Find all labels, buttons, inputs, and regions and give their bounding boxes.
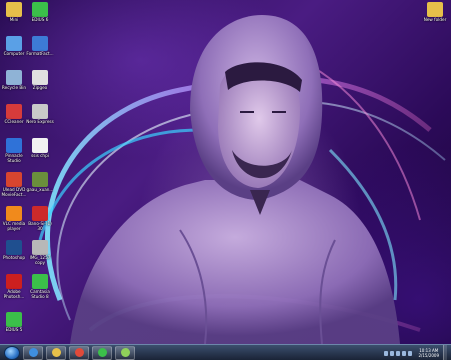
edius-icon (32, 2, 48, 17)
pinnacle-icon (6, 138, 22, 153)
desktop-icon-label: IMG_1257 copy (29, 255, 51, 265)
tray-icon[interactable] (390, 350, 395, 356)
volume-icon[interactable] (408, 350, 413, 356)
desktop-icon-label: EDIUS 5 (5, 327, 23, 332)
taskbar-button[interactable] (23, 345, 43, 360)
show-desktop-button[interactable] (443, 345, 447, 360)
network-icon[interactable] (402, 350, 407, 356)
taskbar-button[interactable] (69, 345, 89, 360)
format-factory-icon (32, 36, 48, 51)
desktop-icon[interactable]: Computer (0, 36, 28, 68)
image-file-icon (32, 240, 48, 255)
recycle-bin-icon (6, 70, 22, 85)
desktop-icon-label: Photoshop (2, 255, 25, 260)
zipgeo-icon (32, 70, 48, 85)
media-file-icon (32, 206, 48, 221)
file-icon (32, 138, 48, 153)
desktop-icon-label: gaau_xuan... (26, 187, 54, 192)
desktop-icon[interactable]: VLC media player (0, 206, 28, 238)
ulead-icon (6, 172, 22, 187)
desktop-icon[interactable]: EDIUS 6 (26, 2, 54, 34)
computer-icon (6, 36, 22, 51)
desktop-icon[interactable]: Adobe Photosh... (0, 274, 28, 306)
desktop-icon[interactable]: Bano-Si-(1) 30 (26, 206, 54, 238)
desktop-icon[interactable]: IMG_1257 copy (26, 240, 54, 272)
desktop-icon-label: New folder (423, 17, 447, 22)
desktop-icon[interactable]: Mini (0, 2, 28, 34)
vlc-icon (6, 206, 22, 221)
desktop-icon-label: Ulead DVD MovieFact... (1, 187, 27, 197)
clock-date: 2/15/2009 (418, 353, 439, 358)
desktop-icon[interactable]: ssis chpi (26, 138, 54, 170)
desktop-icon[interactable]: CCleaner (0, 104, 28, 136)
ie-icon (28, 348, 38, 357)
desktop-icon-label: Bano-Si-(1) 30 (28, 221, 52, 231)
desktop-icon[interactable]: Nero Express (26, 104, 54, 136)
desktop-icon-label: CCleaner (4, 119, 24, 124)
camtasia-recorder-icon (120, 348, 130, 357)
folder-icon (427, 2, 443, 17)
desktop-icon-label: Pinnacle Studio (5, 153, 23, 163)
desktop-icon-label: ssis chpi (31, 153, 49, 158)
desktop-icon[interactable]: Recycle Bin (0, 70, 28, 102)
taskbar-pinned (20, 345, 135, 360)
edius-icon (6, 312, 22, 327)
taskbar-button[interactable] (115, 345, 135, 360)
camtasia-icon (32, 274, 48, 289)
tray-icon[interactable] (384, 350, 389, 356)
desktop-icon[interactable]: Camtasia Studio 8 (26, 274, 54, 306)
ccleaner-icon (6, 104, 22, 119)
nero-icon (32, 104, 48, 119)
photoshop-icon (6, 240, 22, 255)
desktop-icon-label: Adobe Photosh... (3, 289, 25, 299)
tray-icon[interactable] (396, 350, 401, 356)
image-file-icon (32, 172, 48, 187)
desktop-icon-label: EDIUS 6 (31, 17, 49, 22)
desktop-icon-label: Nero Express (26, 119, 54, 124)
desktop-icon-label: Recycle Bin (1, 85, 27, 90)
desktop-icon[interactable]: Zipgeo (26, 70, 54, 102)
explorer-icon (51, 348, 61, 357)
desktop-icon-label: Computer (3, 51, 25, 56)
desktop-icon-label: Camtasia Studio 8 (30, 289, 50, 299)
desktop-icon[interactable]: FormatFact... (26, 36, 54, 68)
desktop-icon[interactable]: Ulead DVD MovieFact... (0, 172, 28, 204)
folder-icon (6, 2, 22, 17)
desktop-icon-label: Zipgeo (32, 85, 48, 90)
taskbar-button[interactable] (92, 345, 112, 360)
desktop-icon[interactable]: gaau_xuan... (26, 172, 54, 204)
desktop-icon[interactable]: EDIUS 5 (0, 312, 28, 344)
camtasia-icon (97, 348, 107, 357)
system-tray: 10:13 AM 2/15/2009 (384, 345, 447, 360)
adobe-icon (6, 274, 22, 289)
start-button[interactable] (4, 345, 20, 360)
desktop-icon-label: VLC media player (2, 221, 26, 231)
taskbar-button[interactable] (46, 345, 66, 360)
desktop-icon[interactable]: Photoshop (0, 240, 28, 272)
taskbar: 10:13 AM 2/15/2009 (0, 344, 451, 360)
desktop-icon[interactable]: New folder (421, 2, 449, 34)
desktop-icon-label: FormatFact... (26, 51, 54, 56)
desktop-wallpaper (0, 0, 451, 344)
chrome-icon (74, 348, 84, 357)
desktop-icon-label: Mini (9, 17, 19, 22)
clock[interactable]: 10:13 AM 2/15/2009 (418, 348, 439, 358)
desktop-icon[interactable]: Pinnacle Studio (0, 138, 28, 170)
